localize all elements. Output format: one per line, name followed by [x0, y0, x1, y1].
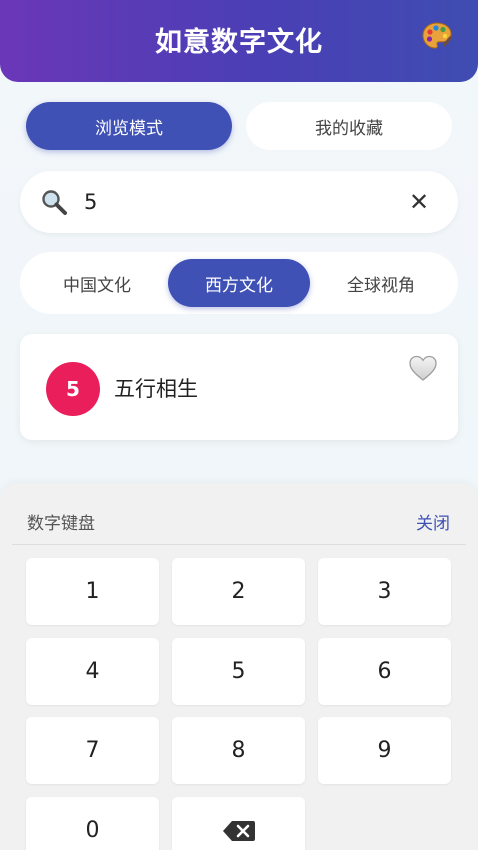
palette-icon[interactable] [420, 20, 454, 54]
key-6[interactable]: 6 [318, 638, 451, 705]
result-name: 五行相生 [114, 377, 198, 401]
category-tabs: 中国文化 西方文化 全球视角 [20, 252, 458, 314]
key-3[interactable]: 3 [318, 558, 451, 625]
key-7[interactable]: 7 [26, 717, 159, 784]
app-header: 如意数字文化 [0, 0, 478, 82]
number-keyboard: 数字键盘 关闭 1 2 3 4 5 6 7 8 9 0 [0, 483, 478, 850]
tab-global-perspective[interactable]: 全球视角 [310, 259, 452, 307]
key-1[interactable]: 1 [26, 558, 159, 625]
key-4[interactable]: 4 [26, 638, 159, 705]
key-9[interactable]: 9 [318, 717, 451, 784]
number-badge: 5 [46, 362, 100, 416]
key-8[interactable]: 8 [172, 717, 305, 784]
search-input[interactable] [84, 185, 384, 219]
result-card[interactable]: 5 五行相生 [20, 334, 458, 440]
heart-icon[interactable] [408, 354, 438, 382]
tab-favorites[interactable]: 我的收藏 [246, 102, 452, 150]
keyboard-title: 数字键盘 [27, 514, 95, 534]
divider [12, 544, 466, 545]
clear-search-button[interactable]: ✕ [404, 187, 434, 217]
app-title: 如意数字文化 [155, 27, 323, 58]
magnifier-icon [42, 190, 67, 215]
keyboard-close-button[interactable]: 关闭 [416, 509, 450, 534]
tab-browse-mode[interactable]: 浏览模式 [26, 102, 232, 150]
search-bar: ✕ [20, 171, 458, 233]
backspace-key[interactable] [172, 797, 305, 850]
tab-western-culture[interactable]: 西方文化 [168, 259, 310, 307]
backspace-icon [222, 820, 255, 841]
key-5[interactable]: 5 [172, 638, 305, 705]
key-0[interactable]: 0 [26, 797, 159, 850]
key-2[interactable]: 2 [172, 558, 305, 625]
tab-chinese-culture[interactable]: 中国文化 [26, 259, 168, 307]
